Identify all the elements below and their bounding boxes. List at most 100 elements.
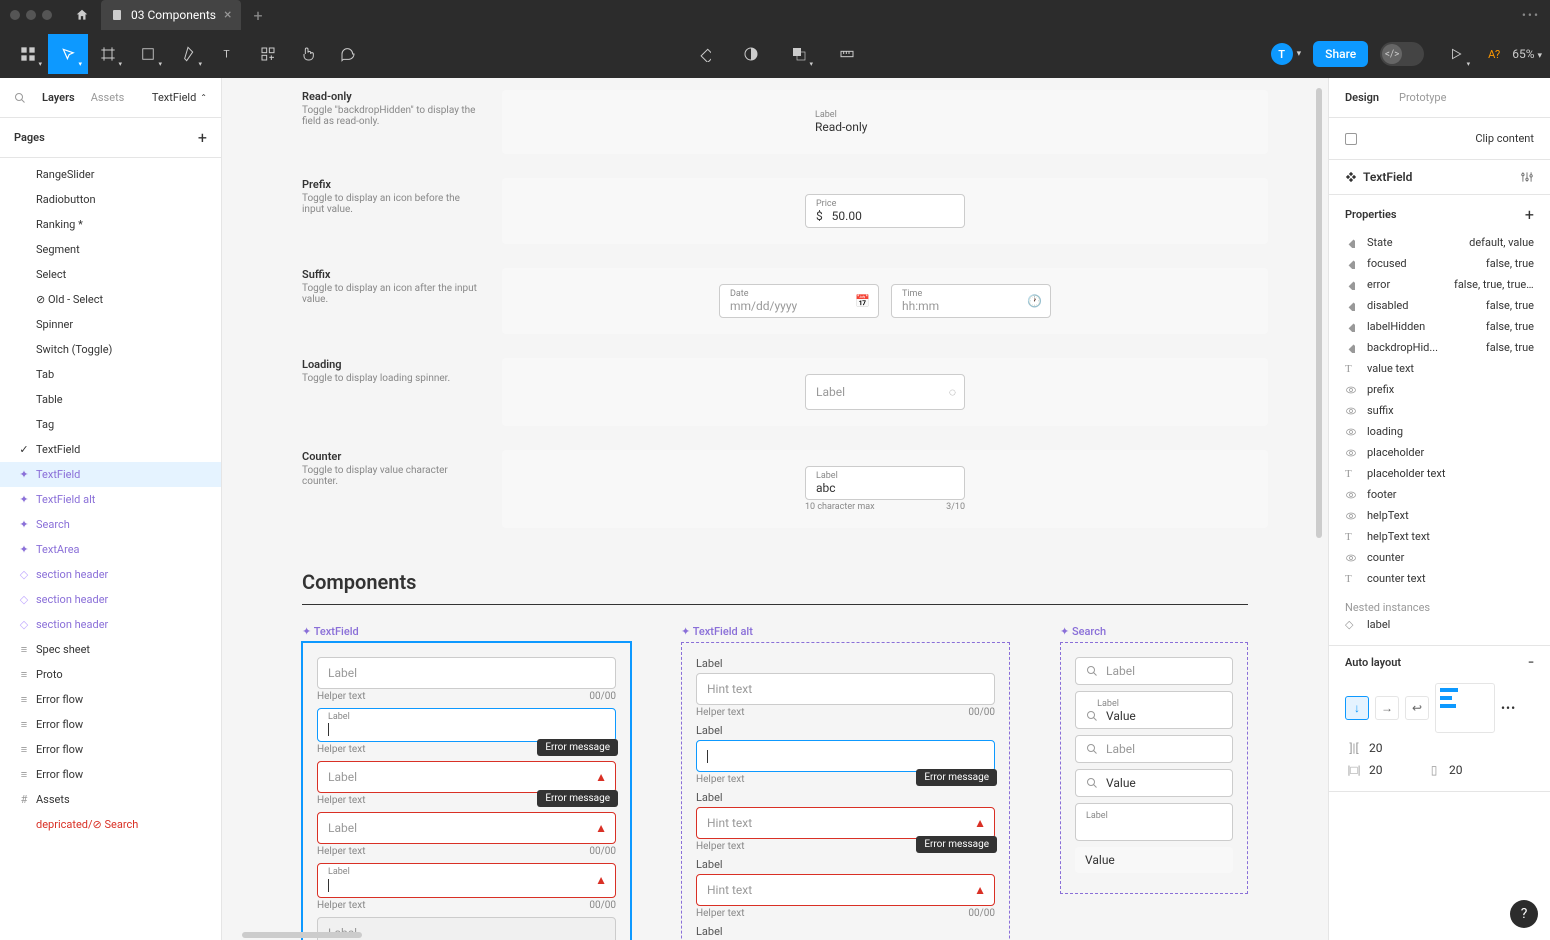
search-icon[interactable] bbox=[14, 92, 26, 104]
property-row[interactable]: errorfalse, true, true ... bbox=[1345, 274, 1534, 295]
textfield-variant[interactable]: Error messageLabel▲Helper text00/00 bbox=[317, 812, 616, 857]
component-frame-textfield-alt[interactable]: LabelHint textHelper text00/00LabelHelpe… bbox=[681, 642, 1010, 940]
search-variant[interactable]: Value bbox=[1075, 847, 1233, 873]
property-row[interactable]: focusedfalse, true bbox=[1345, 253, 1534, 274]
canvas-horizontal-scrollbar[interactable] bbox=[242, 932, 1308, 940]
boolean-icon[interactable]: ▾ bbox=[779, 34, 819, 74]
zoom-level[interactable]: 65% ▾ bbox=[1512, 47, 1542, 61]
close-tab-icon[interactable]: × bbox=[224, 7, 231, 23]
property-row[interactable]: placeholder bbox=[1345, 442, 1534, 463]
ruler-icon[interactable] bbox=[827, 34, 867, 74]
move-tool[interactable]: ▾ bbox=[48, 34, 88, 74]
component-frame-label[interactable]: ✦ Search bbox=[1060, 625, 1248, 638]
nested-instance-row[interactable]: ◇label bbox=[1345, 614, 1534, 635]
property-row[interactable]: suffix bbox=[1345, 400, 1534, 421]
layer-item[interactable]: ◇section header bbox=[0, 587, 221, 612]
layer-item[interactable]: depricated/⊘ Search bbox=[0, 812, 221, 837]
main-menu[interactable]: ▾ bbox=[8, 34, 48, 74]
layer-item[interactable]: ≡Proto bbox=[0, 662, 221, 687]
layer-item[interactable]: Tab bbox=[0, 362, 221, 387]
layer-item[interactable]: ✦Search bbox=[0, 512, 221, 537]
canvas[interactable]: Read-onlyToggle "backdropHidden" to disp… bbox=[222, 78, 1328, 940]
search-variant[interactable]: Label bbox=[1075, 657, 1233, 685]
layers-tab[interactable]: Layers bbox=[42, 91, 75, 104]
property-row[interactable]: Tvalue text bbox=[1345, 358, 1534, 379]
layer-item[interactable]: Segment bbox=[0, 237, 221, 262]
assets-tab[interactable]: Assets bbox=[91, 91, 125, 104]
textfield-alt-variant[interactable]: Error messageLabelHint text▲Helper text0… bbox=[696, 858, 995, 919]
layer-item[interactable]: ◇section header bbox=[0, 612, 221, 637]
wrap-button[interactable]: ↩ bbox=[1405, 696, 1429, 720]
direction-vertical-button[interactable]: ↓ bbox=[1345, 696, 1369, 720]
search-variant[interactable]: LabelValue bbox=[1075, 691, 1233, 729]
remove-autolayout-button[interactable]: − bbox=[1528, 656, 1534, 669]
component-frame-label[interactable]: ✦ TextField alt bbox=[681, 625, 1010, 638]
share-button[interactable]: Share bbox=[1313, 41, 1368, 67]
layer-item[interactable]: Spinner bbox=[0, 312, 221, 337]
property-row[interactable]: counter bbox=[1345, 547, 1534, 568]
add-tab-button[interactable]: + bbox=[241, 6, 274, 25]
canvas-vertical-scrollbar[interactable] bbox=[1316, 78, 1324, 940]
pad-h-value[interactable]: 20 bbox=[1369, 763, 1419, 777]
file-tab[interactable]: 03 Components × bbox=[101, 0, 241, 30]
layer-item[interactable]: Tag bbox=[0, 412, 221, 437]
layer-item[interactable]: ✦TextField alt bbox=[0, 487, 221, 512]
user-avatar[interactable]: T bbox=[1271, 43, 1293, 65]
text-tool[interactable]: T bbox=[208, 34, 248, 74]
pen-tool[interactable]: ▾ bbox=[168, 34, 208, 74]
shape-tool[interactable]: ▾ bbox=[128, 34, 168, 74]
autolayout-more-button[interactable]: ••• bbox=[1501, 701, 1516, 715]
mask-icon[interactable] bbox=[731, 34, 771, 74]
pad-v-value[interactable]: 20 bbox=[1449, 763, 1463, 777]
property-row[interactable]: ThelpText text bbox=[1345, 526, 1534, 547]
property-row[interactable]: loading bbox=[1345, 421, 1534, 442]
resources-tool[interactable] bbox=[248, 34, 288, 74]
textfield-alt-variant[interactable]: LabelHint textHelper text00/00 bbox=[696, 657, 995, 718]
hand-tool[interactable] bbox=[288, 34, 328, 74]
layer-item[interactable]: ◇section header bbox=[0, 562, 221, 587]
missing-fonts-badge[interactable]: A? bbox=[1488, 48, 1500, 61]
layer-item[interactable]: Select bbox=[0, 262, 221, 287]
layer-item[interactable]: ✦TextField bbox=[0, 462, 221, 487]
layer-item[interactable]: Ranking * bbox=[0, 212, 221, 237]
property-row[interactable]: Statedefault, value bbox=[1345, 232, 1534, 253]
app-menu-icon[interactable]: ••• bbox=[1522, 8, 1540, 22]
search-variant[interactable]: Value bbox=[1075, 769, 1233, 797]
property-row[interactable]: labelHiddenfalse, true bbox=[1345, 316, 1534, 337]
layer-item[interactable]: RangeSlider bbox=[0, 162, 221, 187]
frame-tool[interactable]: ▾ bbox=[88, 34, 128, 74]
layer-item[interactable]: Switch (Toggle) bbox=[0, 337, 221, 362]
component-name-row[interactable]: TextField bbox=[1345, 170, 1534, 184]
help-button[interactable]: ? bbox=[1510, 900, 1538, 928]
comment-tool[interactable] bbox=[328, 34, 368, 74]
component-frame-label[interactable]: ✦ TextField bbox=[302, 625, 631, 638]
window-controls[interactable] bbox=[10, 10, 52, 20]
home-tab[interactable] bbox=[67, 0, 97, 30]
component-frame-search[interactable]: Label LabelValueLabelValueLabelValue bbox=[1060, 642, 1248, 894]
gap-value[interactable]: 20 bbox=[1369, 741, 1383, 755]
layer-item[interactable]: ≡Error flow bbox=[0, 712, 221, 737]
layer-item[interactable]: Radiobutton bbox=[0, 187, 221, 212]
settings-icon[interactable] bbox=[1520, 170, 1534, 184]
layer-item[interactable]: ✦TextArea bbox=[0, 537, 221, 562]
layer-item[interactable]: ≡Error flow bbox=[0, 737, 221, 762]
property-row[interactable]: disabledfalse, true bbox=[1345, 295, 1534, 316]
search-variant[interactable]: Label bbox=[1075, 803, 1233, 841]
layer-item[interactable]: #Assets bbox=[0, 787, 221, 812]
design-tab[interactable]: Design bbox=[1345, 91, 1379, 104]
search-variant[interactable]: Label bbox=[1075, 735, 1233, 763]
direction-horizontal-button[interactable]: → bbox=[1375, 696, 1399, 720]
prototype-tab[interactable]: Prototype bbox=[1399, 91, 1446, 104]
property-row[interactable]: Tcounter text bbox=[1345, 568, 1534, 589]
layer-item[interactable]: ⊘ Old - Select bbox=[0, 287, 221, 312]
component-frame-textfield[interactable]: LabelHelper text00/00LabelHelper text00/… bbox=[302, 642, 631, 940]
layer-item[interactable]: ✓TextField bbox=[0, 437, 221, 462]
property-row[interactable]: prefix bbox=[1345, 379, 1534, 400]
property-row[interactable]: backdropHid...false, true bbox=[1345, 337, 1534, 358]
textfield-variant[interactable]: Label▲Helper text00/00 bbox=[317, 863, 616, 910]
property-row[interactable]: footer bbox=[1345, 484, 1534, 505]
clip-content-checkbox[interactable] bbox=[1345, 133, 1357, 145]
property-row[interactable]: helpText bbox=[1345, 505, 1534, 526]
page-selector[interactable]: TextField ⌃ bbox=[152, 91, 207, 104]
present-button[interactable]: ▾ bbox=[1436, 34, 1476, 74]
